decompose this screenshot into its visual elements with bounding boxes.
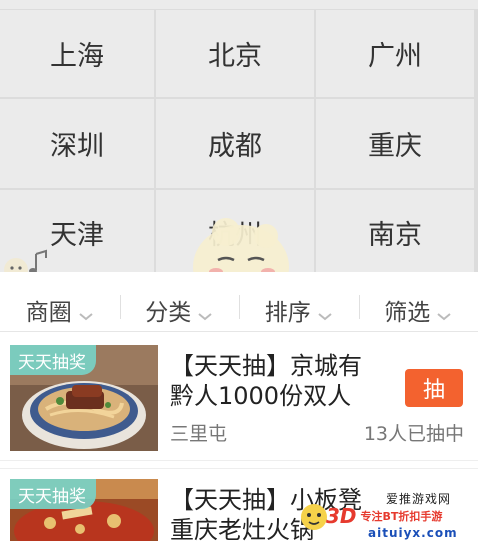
top-strip	[0, 0, 478, 10]
filter-category-label: 分类	[145, 300, 192, 326]
watermark-site-name: 爱推游戏网	[386, 492, 452, 506]
city-nanjing[interactable]: 南京	[316, 190, 474, 274]
chevron-down-icon	[437, 313, 451, 321]
city-beijing[interactable]: 北京	[156, 10, 314, 97]
filter-screen-label: 筛选	[384, 300, 431, 326]
watermark-url: aituiyx.com	[368, 526, 458, 540]
watermark-brand: 3D	[326, 504, 357, 528]
deal-winner-count: 13人已抽中	[363, 423, 464, 445]
deal-thumbnail: 天天抽奖	[10, 479, 158, 541]
chevron-down-icon	[79, 313, 93, 321]
filter-screen[interactable]: 筛选	[358, 273, 478, 331]
city-shenzhen[interactable]: 深圳	[0, 99, 154, 188]
deal-location: 三里屯	[170, 423, 228, 445]
filter-category[interactable]: 分类	[119, 273, 240, 331]
deal-item[interactable]: 天天抽奖 【天天抽】京城有⁠⁠黔人1000份双人 抽 三里屯 13人已抽中	[0, 333, 478, 461]
lottery-badge: 天天抽奖	[10, 479, 96, 509]
filter-district-label: 商圈	[25, 300, 72, 326]
chevron-down-icon	[318, 313, 332, 321]
chevron-down-icon	[198, 313, 212, 321]
filter-bar: 商圈 分类 排序 筛选	[0, 272, 478, 332]
city-chengdu[interactable]: 成都	[156, 99, 314, 188]
filter-sort[interactable]: 排序	[239, 273, 359, 331]
filter-district[interactable]: 商圈	[0, 273, 120, 331]
city-guangzhou[interactable]: 广州	[316, 10, 474, 97]
filter-sort-label: 排序	[264, 300, 311, 326]
city-shanghai[interactable]: 上海	[0, 10, 154, 97]
deal-title: 【天天抽】京城有⁠⁠黔人1000份双人	[170, 352, 362, 407]
deal-thumbnail: 天天抽奖	[10, 345, 158, 451]
draw-button[interactable]: 抽	[405, 369, 463, 407]
watermark-slogan-row: 3D 专注BT折扣手游	[326, 504, 443, 528]
lottery-badge: 天天抽奖	[10, 345, 96, 375]
city-chongqing[interactable]: 重庆	[316, 99, 474, 188]
watermark-slogan: 专注BT折扣手游	[360, 510, 443, 523]
